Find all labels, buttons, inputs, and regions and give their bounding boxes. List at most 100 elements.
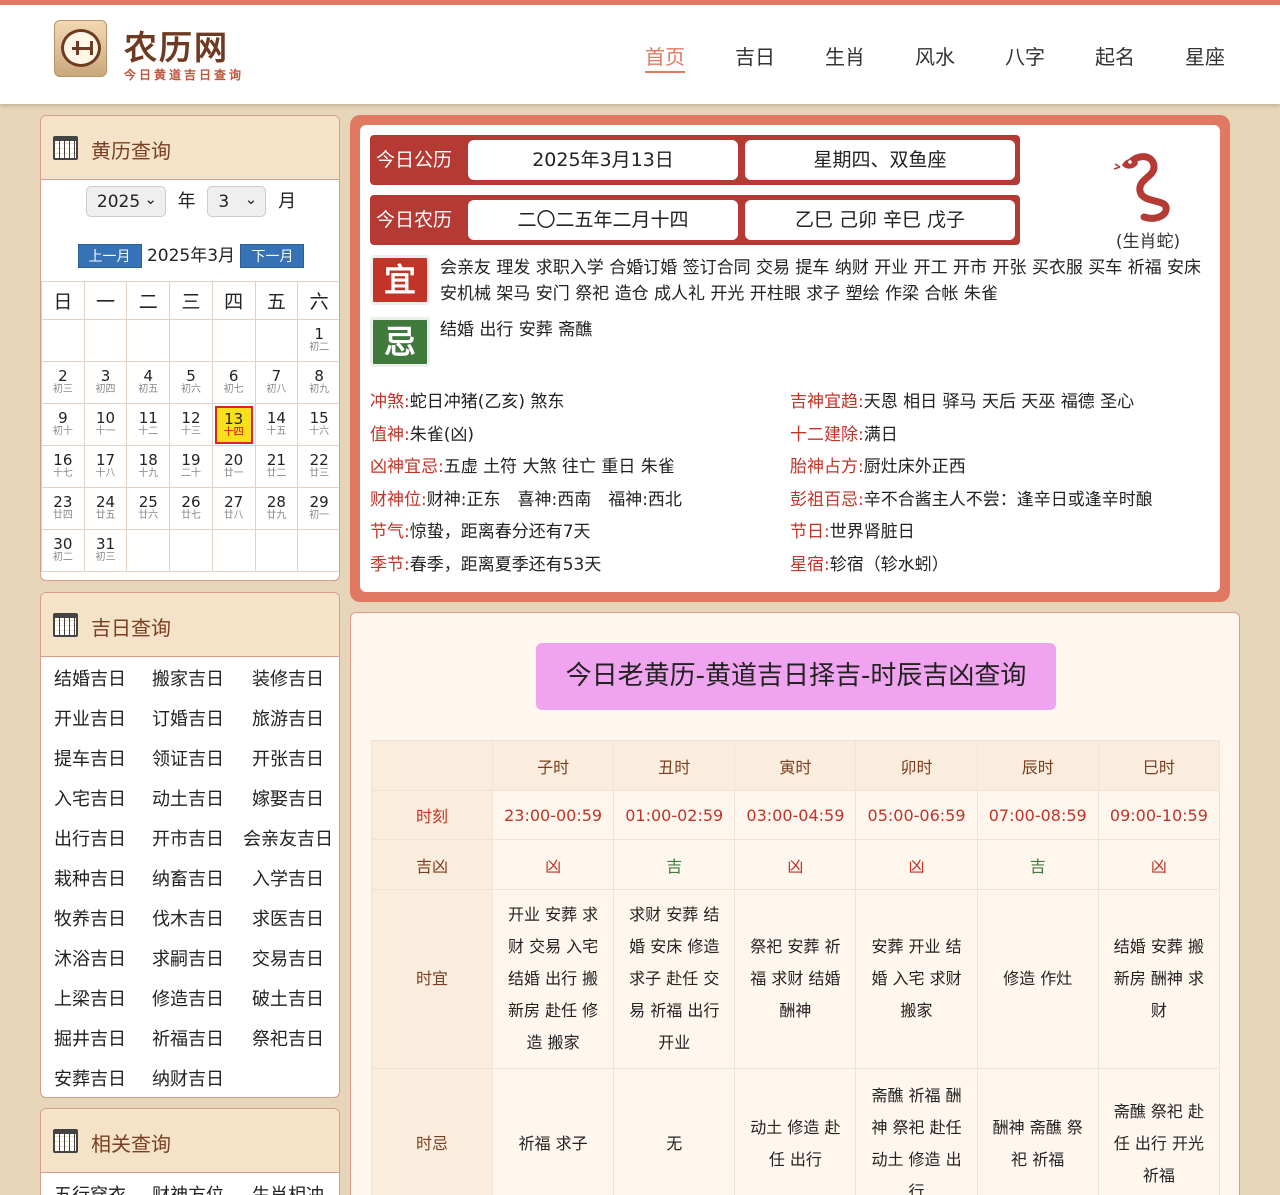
day-number: 6 — [228, 367, 239, 385]
day-number: 13 — [224, 410, 244, 428]
jiri-link[interactable]: 祭祀吉日 — [237, 1021, 339, 1061]
jiri-link[interactable]: 上梁吉日 — [41, 981, 139, 1021]
calendar-day[interactable]: 21 廿二 — [254, 445, 299, 488]
month-select[interactable]: 3 — [207, 184, 267, 217]
lunar-day: 十七 — [52, 468, 73, 479]
calendar-day[interactable]: 4 初五 — [126, 361, 171, 404]
jiri-link[interactable]: 求医吉日 — [237, 901, 339, 941]
info-value: 世界肾脏日 — [829, 522, 915, 542]
calendar-day[interactable]: 25 廿六 — [126, 487, 171, 530]
jiri-link[interactable]: 修造吉日 — [139, 981, 237, 1021]
jiri-link[interactable]: 开张吉日 — [237, 741, 339, 781]
nav-qiming[interactable]: 起名 — [1070, 41, 1160, 70]
jiri-link[interactable]: 出行吉日 — [41, 821, 139, 861]
lunar-day: 初九 — [309, 384, 330, 395]
jiri-link[interactable]: 祈福吉日 — [139, 1021, 237, 1061]
jiri-link[interactable]: 领证吉日 — [139, 741, 237, 781]
day-number: 3 — [100, 367, 111, 385]
jiri-link[interactable]: 安葬吉日 — [41, 1061, 139, 1097]
shichen-jx: 凶 — [734, 839, 857, 890]
jiri-link[interactable]: 破土吉日 — [237, 981, 339, 1021]
jiri-link[interactable]: 搬家吉日 — [139, 661, 237, 701]
related-link[interactable]: 财神方位 — [139, 1177, 237, 1195]
nav-fengshui[interactable]: 风水 — [890, 41, 980, 70]
jiri-link[interactable]: 动土吉日 — [139, 781, 237, 821]
calendar-day[interactable]: 6 初七 — [211, 361, 256, 404]
calendar-day[interactable]: 8 初九 — [297, 361, 339, 404]
jiri-link[interactable]: 入学吉日 — [237, 861, 339, 901]
day-number: 8 — [314, 367, 324, 385]
calendar-day[interactable]: 9 初十 — [41, 403, 85, 446]
calendar-day[interactable]: 19 二十 — [169, 445, 213, 488]
jiri-link[interactable]: 沐浴吉日 — [41, 941, 139, 981]
jiri-link[interactable]: 求嗣吉日 — [139, 941, 237, 981]
calendar-day[interactable]: 17 十八 — [83, 445, 128, 488]
jiri-link[interactable]: 嫁娶吉日 — [237, 781, 339, 821]
jiri-link[interactable]: 会亲友吉日 — [237, 821, 339, 861]
jiri-link[interactable]: 提车吉日 — [41, 741, 139, 781]
day-number: 21 — [266, 451, 286, 469]
calendar-day[interactable]: 7 初八 — [254, 361, 299, 404]
next-month-button[interactable]: 下一月 — [240, 244, 305, 268]
jiri-link[interactable]: 纳财吉日 — [139, 1061, 237, 1097]
jiri-link[interactable]: 开业吉日 — [41, 701, 139, 741]
calendar-day-today[interactable]: 13 十四 — [211, 403, 256, 446]
info-value: 天恩 相日 驿马 天后 天巫 福德 圣心 — [863, 392, 1135, 412]
day-number: 15 — [309, 409, 329, 427]
jiri-link[interactable]: 掘井吉日 — [41, 1021, 139, 1061]
nav-xingzuo[interactable]: 星座 — [1160, 41, 1250, 70]
calendar-day[interactable]: 16 十七 — [41, 445, 85, 488]
info-item: 十二建除:满日 — [790, 424, 898, 446]
lunar-day: 十四 — [223, 427, 244, 438]
calendar-day[interactable]: 1 初二 — [297, 319, 339, 362]
site-title[interactable]: 农历网 — [124, 21, 229, 69]
jiri-link[interactable]: 牧养吉日 — [41, 901, 139, 941]
jiri-link[interactable]: 纳畜吉日 — [139, 861, 237, 901]
info-value: 满日 — [863, 424, 898, 445]
nav-home[interactable]: 首页 — [620, 41, 710, 73]
jiri-link[interactable]: 装修吉日 — [237, 661, 339, 701]
info-key: 冲煞: — [370, 392, 410, 412]
jiri-link[interactable]: 入宅吉日 — [41, 781, 139, 821]
calendar-day[interactable]: 28 廿九 — [254, 487, 299, 530]
calendar-day[interactable]: 14 十五 — [254, 403, 299, 446]
calendar-day[interactable]: 10 十一 — [83, 403, 128, 446]
jiri-link[interactable]: 结婚吉日 — [41, 661, 139, 701]
info-value: 辛不合酱主人不尝：逢辛日或逢辛时酿 — [863, 489, 1153, 510]
calendar-day[interactable]: 3 初四 — [83, 361, 128, 404]
nav-bazi[interactable]: 八字 — [980, 41, 1070, 70]
jiri-link[interactable]: 交易吉日 — [237, 941, 339, 981]
shichen-ji: 动土 修造 赴任 出行 — [734, 1068, 857, 1195]
related-link[interactable]: 五行穿衣 — [41, 1177, 139, 1195]
calendar-day[interactable]: 27 廿八 — [211, 487, 256, 530]
calendar-day[interactable]: 24 廿五 — [83, 487, 128, 530]
calendar-day[interactable]: 5 初六 — [169, 361, 213, 404]
calendar-day[interactable]: 26 廿七 — [169, 487, 213, 530]
jiri-link[interactable]: 订婚吉日 — [139, 701, 237, 741]
calendar-day[interactable]: 30 初二 — [41, 529, 85, 572]
calendar-day[interactable]: 29 初一 — [297, 487, 339, 530]
jiri-link[interactable]: 开市吉日 — [139, 821, 237, 861]
calendar-day[interactable]: 11 十二 — [126, 403, 171, 446]
nav-shengxiao[interactable]: 生肖 — [800, 41, 890, 70]
calendar-day[interactable]: 22 廿三 — [297, 445, 339, 488]
nav-jiri[interactable]: 吉日 — [710, 41, 800, 70]
calendar-day[interactable]: 12 十三 — [169, 403, 213, 446]
calendar-day[interactable]: 2 初三 — [41, 361, 85, 404]
related-link[interactable]: 生肖相冲 — [237, 1177, 339, 1195]
prev-month-button[interactable]: 上一月 — [77, 244, 142, 268]
calendar-day[interactable]: 31 初三 — [83, 529, 128, 572]
shichen-name: 寅时 — [734, 740, 857, 791]
calendar-day[interactable]: 18 十九 — [126, 445, 171, 488]
jiri-link[interactable]: 伐木吉日 — [139, 901, 237, 941]
calendar-day[interactable]: 23 廿四 — [41, 487, 85, 530]
logo-icon[interactable] — [54, 20, 107, 77]
calendar-day[interactable]: 15 十六 — [297, 403, 339, 446]
site-subtitle: 今日黄道吉日查询 — [124, 68, 245, 82]
shichen-title: 今日老黄历-黄道吉日择吉-时辰吉凶查询 — [536, 643, 1056, 710]
jiri-link[interactable]: 旅游吉日 — [237, 701, 339, 741]
calendar-day[interactable]: 20 廿一 — [211, 445, 256, 488]
jiri-link[interactable]: 栽种吉日 — [41, 861, 139, 901]
year-select[interactable]: 2025 — [85, 184, 166, 217]
info-item: 凶神宜忌:五虚 土符 大煞 往亡 重日 朱雀 — [370, 456, 675, 478]
